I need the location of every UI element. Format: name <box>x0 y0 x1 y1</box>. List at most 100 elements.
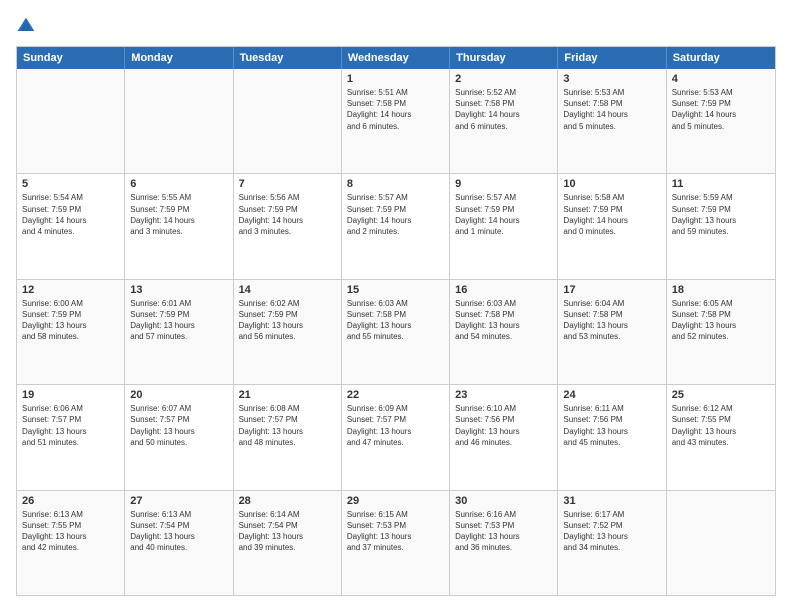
cell-info: Sunrise: 5:54 AM Sunset: 7:59 PM Dayligh… <box>22 192 119 237</box>
cell-day-number: 23 <box>455 389 552 401</box>
cell-day-number: 7 <box>239 178 336 190</box>
calendar-row: 12Sunrise: 6:00 AM Sunset: 7:59 PM Dayli… <box>17 280 775 385</box>
cell-info: Sunrise: 5:58 AM Sunset: 7:59 PM Dayligh… <box>563 192 660 237</box>
cell-info: Sunrise: 6:08 AM Sunset: 7:57 PM Dayligh… <box>239 403 336 448</box>
cell-info: Sunrise: 6:15 AM Sunset: 7:53 PM Dayligh… <box>347 509 444 554</box>
weekday-header: Saturday <box>667 47 775 69</box>
calendar-cell: 28 Sunrise: 6:14 AM Sunset: 7:54 PM Dayli… <box>234 491 342 595</box>
cell-day-number: 3 <box>563 73 660 85</box>
cell-day-number: 18 <box>672 284 770 296</box>
calendar-cell: 19 Sunrise: 6:06 AM Sunset: 7:57 PM Dayli… <box>17 385 125 489</box>
cell-info: Sunrise: 5:52 AM Sunset: 7:58 PM Dayligh… <box>455 87 552 132</box>
cell-day-number: 30 <box>455 495 552 507</box>
cell-info: Sunrise: 6:02 AM Sunset: 7:59 PM Dayligh… <box>239 298 336 343</box>
cell-day-number: 8 <box>347 178 444 190</box>
cell-info: Sunrise: 5:55 AM Sunset: 7:59 PM Dayligh… <box>130 192 227 237</box>
calendar-row: 1 Sunrise: 5:51 AM Sunset: 7:58 PM Daylig… <box>17 69 775 174</box>
cell-info: Sunrise: 6:14 AM Sunset: 7:54 PM Dayligh… <box>239 509 336 554</box>
cell-info: Sunrise: 5:59 AM Sunset: 7:59 PM Dayligh… <box>672 192 770 237</box>
cell-info: Sunrise: 5:57 AM Sunset: 7:59 PM Dayligh… <box>347 192 444 237</box>
cell-day-number: 2 <box>455 73 552 85</box>
logo-icon <box>16 16 36 36</box>
calendar-row: 19 Sunrise: 6:06 AM Sunset: 7:57 PM Dayli… <box>17 385 775 490</box>
calendar-cell <box>667 491 775 595</box>
calendar-cell: 27 Sunrise: 6:13 AM Sunset: 7:54 PM Dayli… <box>125 491 233 595</box>
cell-info: Sunrise: 6:12 AM Sunset: 7:55 PM Dayligh… <box>672 403 770 448</box>
calendar-cell: 9 Sunrise: 5:57 AM Sunset: 7:59 PM Daylig… <box>450 174 558 278</box>
cell-info: Sunrise: 5:53 AM Sunset: 7:59 PM Dayligh… <box>672 87 770 132</box>
cell-info: Sunrise: 6:10 AM Sunset: 7:56 PM Dayligh… <box>455 403 552 448</box>
calendar-cell <box>17 69 125 173</box>
cell-info: Sunrise: 6:05 AM Sunset: 7:58 PM Dayligh… <box>672 298 770 343</box>
calendar-cell: 31Sunrise: 6:17 AM Sunset: 7:52 PM Dayli… <box>558 491 666 595</box>
cell-day-number: 25 <box>672 389 770 401</box>
cell-info: Sunrise: 6:09 AM Sunset: 7:57 PM Dayligh… <box>347 403 444 448</box>
cell-day-number: 4 <box>672 73 770 85</box>
calendar-header: SundayMondayTuesdayWednesdayThursdayFrid… <box>17 47 775 69</box>
calendar-cell: 8 Sunrise: 5:57 AM Sunset: 7:59 PM Daylig… <box>342 174 450 278</box>
calendar-cell: 10Sunrise: 5:58 AM Sunset: 7:59 PM Dayli… <box>558 174 666 278</box>
calendar-cell: 14 Sunrise: 6:02 AM Sunset: 7:59 PM Dayli… <box>234 280 342 384</box>
calendar-cell: 6 Sunrise: 5:55 AM Sunset: 7:59 PM Daylig… <box>125 174 233 278</box>
weekday-header: Friday <box>558 47 666 69</box>
cell-day-number: 15 <box>347 284 444 296</box>
cell-day-number: 17 <box>563 284 660 296</box>
cell-info: Sunrise: 5:51 AM Sunset: 7:58 PM Dayligh… <box>347 87 444 132</box>
cell-info: Sunrise: 6:11 AM Sunset: 7:56 PM Dayligh… <box>563 403 660 448</box>
cell-info: Sunrise: 6:13 AM Sunset: 7:54 PM Dayligh… <box>130 509 227 554</box>
cell-info: Sunrise: 6:01 AM Sunset: 7:59 PM Dayligh… <box>130 298 227 343</box>
cell-info: Sunrise: 6:03 AM Sunset: 7:58 PM Dayligh… <box>455 298 552 343</box>
calendar-cell <box>234 69 342 173</box>
calendar-cell: 11Sunrise: 5:59 AM Sunset: 7:59 PM Dayli… <box>667 174 775 278</box>
calendar-cell: 29 Sunrise: 6:15 AM Sunset: 7:53 PM Dayli… <box>342 491 450 595</box>
cell-info: Sunrise: 6:07 AM Sunset: 7:57 PM Dayligh… <box>130 403 227 448</box>
cell-info: Sunrise: 6:06 AM Sunset: 7:57 PM Dayligh… <box>22 403 119 448</box>
header <box>16 16 776 36</box>
calendar-cell: 23 Sunrise: 6:10 AM Sunset: 7:56 PM Dayli… <box>450 385 558 489</box>
calendar-cell: 12Sunrise: 6:00 AM Sunset: 7:59 PM Dayli… <box>17 280 125 384</box>
cell-day-number: 29 <box>347 495 444 507</box>
calendar-cell <box>125 69 233 173</box>
calendar-cell: 1 Sunrise: 5:51 AM Sunset: 7:58 PM Daylig… <box>342 69 450 173</box>
cell-day-number: 24 <box>563 389 660 401</box>
cell-day-number: 6 <box>130 178 227 190</box>
calendar-cell: 5 Sunrise: 5:54 AM Sunset: 7:59 PM Daylig… <box>17 174 125 278</box>
cell-day-number: 9 <box>455 178 552 190</box>
cell-info: Sunrise: 6:04 AM Sunset: 7:58 PM Dayligh… <box>563 298 660 343</box>
cell-day-number: 1 <box>347 73 444 85</box>
cell-info: Sunrise: 5:56 AM Sunset: 7:59 PM Dayligh… <box>239 192 336 237</box>
cell-day-number: 31 <box>563 495 660 507</box>
weekday-header: Thursday <box>450 47 558 69</box>
weekday-header: Tuesday <box>234 47 342 69</box>
calendar-cell: 24 Sunrise: 6:11 AM Sunset: 7:56 PM Dayli… <box>558 385 666 489</box>
calendar-cell: 25 Sunrise: 6:12 AM Sunset: 7:55 PM Dayli… <box>667 385 775 489</box>
calendar-cell: 30Sunrise: 6:16 AM Sunset: 7:53 PM Dayli… <box>450 491 558 595</box>
cell-info: Sunrise: 5:53 AM Sunset: 7:58 PM Dayligh… <box>563 87 660 132</box>
calendar-cell: 22Sunrise: 6:09 AM Sunset: 7:57 PM Dayli… <box>342 385 450 489</box>
calendar-cell: 15 Sunrise: 6:03 AM Sunset: 7:58 PM Dayli… <box>342 280 450 384</box>
cell-day-number: 21 <box>239 389 336 401</box>
logo <box>16 16 40 36</box>
calendar-body: 1 Sunrise: 5:51 AM Sunset: 7:58 PM Daylig… <box>17 69 775 595</box>
cell-day-number: 14 <box>239 284 336 296</box>
calendar-cell: 16 Sunrise: 6:03 AM Sunset: 7:58 PM Dayli… <box>450 280 558 384</box>
cell-info: Sunrise: 5:57 AM Sunset: 7:59 PM Dayligh… <box>455 192 552 237</box>
cell-info: Sunrise: 6:03 AM Sunset: 7:58 PM Dayligh… <box>347 298 444 343</box>
calendar-cell: 26Sunrise: 6:13 AM Sunset: 7:55 PM Dayli… <box>17 491 125 595</box>
page: SundayMondayTuesdayWednesdayThursdayFrid… <box>0 0 792 612</box>
calendar-cell: 18 Sunrise: 6:05 AM Sunset: 7:58 PM Dayli… <box>667 280 775 384</box>
weekday-header: Sunday <box>17 47 125 69</box>
cell-day-number: 16 <box>455 284 552 296</box>
calendar-cell: 21 Sunrise: 6:08 AM Sunset: 7:57 PM Dayli… <box>234 385 342 489</box>
cell-day-number: 28 <box>239 495 336 507</box>
cell-day-number: 20 <box>130 389 227 401</box>
cell-info: Sunrise: 6:13 AM Sunset: 7:55 PM Dayligh… <box>22 509 119 554</box>
calendar-cell: 3 Sunrise: 5:53 AM Sunset: 7:58 PM Daylig… <box>558 69 666 173</box>
calendar-row: 26Sunrise: 6:13 AM Sunset: 7:55 PM Dayli… <box>17 491 775 595</box>
cell-day-number: 5 <box>22 178 119 190</box>
cell-day-number: 13 <box>130 284 227 296</box>
cell-day-number: 27 <box>130 495 227 507</box>
calendar: SundayMondayTuesdayWednesdayThursdayFrid… <box>16 46 776 596</box>
cell-day-number: 19 <box>22 389 119 401</box>
calendar-cell: 2 Sunrise: 5:52 AM Sunset: 7:58 PM Daylig… <box>450 69 558 173</box>
